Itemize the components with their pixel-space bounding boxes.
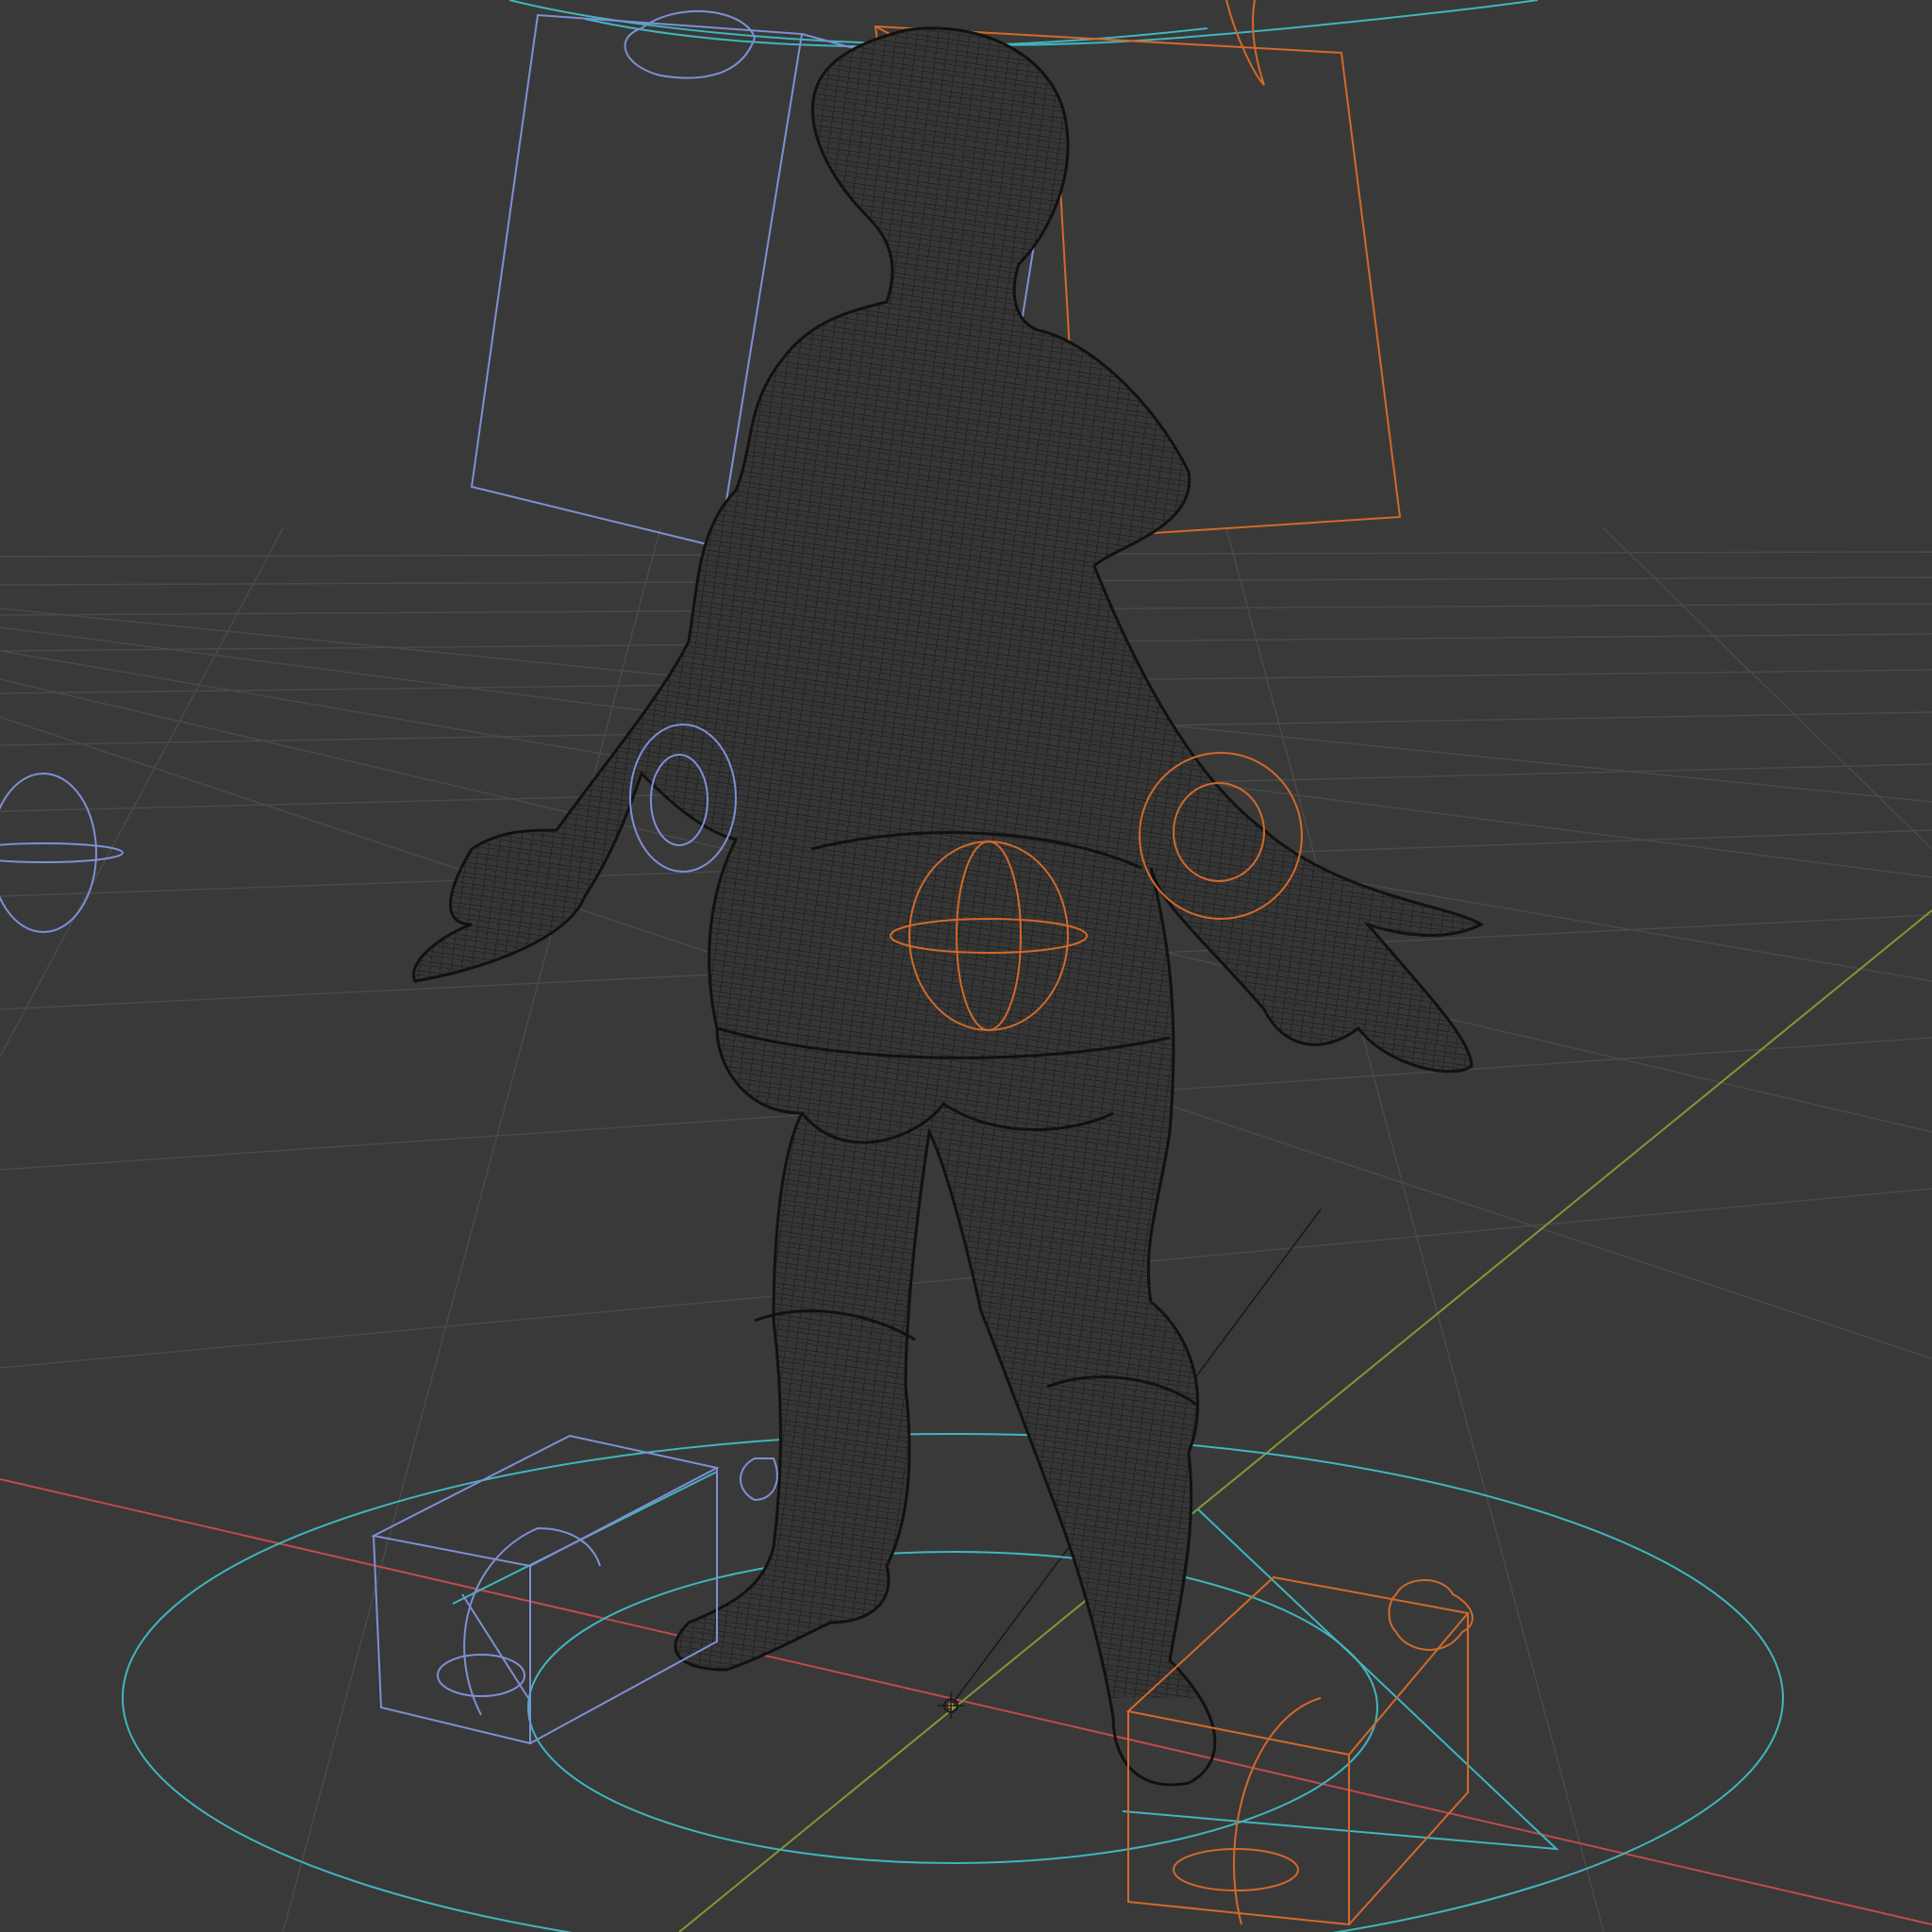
- viewport-canvas[interactable]: [0, 0, 1932, 1932]
- 3d-viewport[interactable]: [0, 0, 1932, 1932]
